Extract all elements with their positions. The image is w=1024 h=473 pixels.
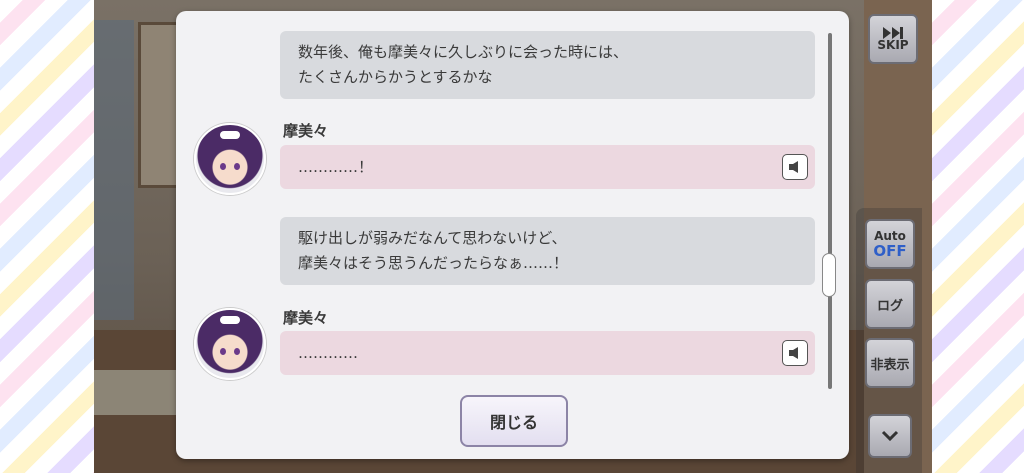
scene-rug <box>94 370 184 415</box>
voice-replay-button[interactable] <box>782 340 808 366</box>
auto-label: Auto <box>874 228 906 243</box>
fast-forward-icon <box>883 26 903 39</box>
avatar-eye <box>220 163 226 170</box>
log-entry-text: 駆け出しが弱みだなんて思わないけど、 摩美々はそう思うんだったらなぁ……！ <box>298 229 569 272</box>
right-decor-stripes <box>932 0 1024 473</box>
log-scrollbar-thumb[interactable] <box>822 253 836 297</box>
message-log-panel[interactable]: 数年後、俺も摩美々に久しぶりに会った時には、 たくさんからかうとするかな 摩美々… <box>176 11 849 459</box>
close-button[interactable]: 閉じる <box>460 395 568 447</box>
hair-ribbon <box>220 131 240 139</box>
log-button[interactable]: ログ <box>865 279 915 329</box>
scene-shelf <box>94 20 134 320</box>
avatar-eye <box>234 348 240 355</box>
avatar-eye <box>234 163 240 170</box>
voice-replay-button[interactable] <box>782 154 808 180</box>
log-entry-narration: 数年後、俺も摩美々に久しぶりに会った時には、 たくさんからかうとするかな <box>280 31 815 99</box>
character-avatar <box>194 308 266 380</box>
skip-button[interactable]: SKIP <box>868 14 918 64</box>
collapse-menu-button[interactable] <box>868 414 912 458</box>
speaker-icon <box>789 161 798 173</box>
log-entry-text: …………！ <box>298 157 374 176</box>
log-entry-text: ………… <box>298 343 358 362</box>
speaker-name: 摩美々 <box>283 122 329 140</box>
auto-state: OFF <box>873 241 907 260</box>
speaker-name: 摩美々 <box>283 309 329 327</box>
speaker-icon <box>789 347 798 359</box>
left-decor-stripes <box>0 0 94 473</box>
auto-toggle-button[interactable]: Auto OFF <box>865 219 915 269</box>
chevron-down-icon <box>881 430 899 442</box>
log-entry-text: 数年後、俺も摩美々に久しぶりに会った時には、 たくさんからかうとするかな <box>298 43 629 86</box>
skip-label: SKIP <box>877 37 909 52</box>
hide-ui-button[interactable]: 非表示 <box>865 338 915 388</box>
log-scrollbar-track[interactable] <box>828 33 832 389</box>
log-entry-dialogue: ………… <box>280 331 815 375</box>
hair-ribbon <box>220 316 240 324</box>
avatar-eye <box>220 348 226 355</box>
log-entry-dialogue: …………！ <box>280 145 815 189</box>
log-entry-narration: 駆け出しが弱みだなんて思わないけど、 摩美々はそう思うんだったらなぁ……！ <box>280 217 815 285</box>
character-avatar <box>194 123 266 195</box>
